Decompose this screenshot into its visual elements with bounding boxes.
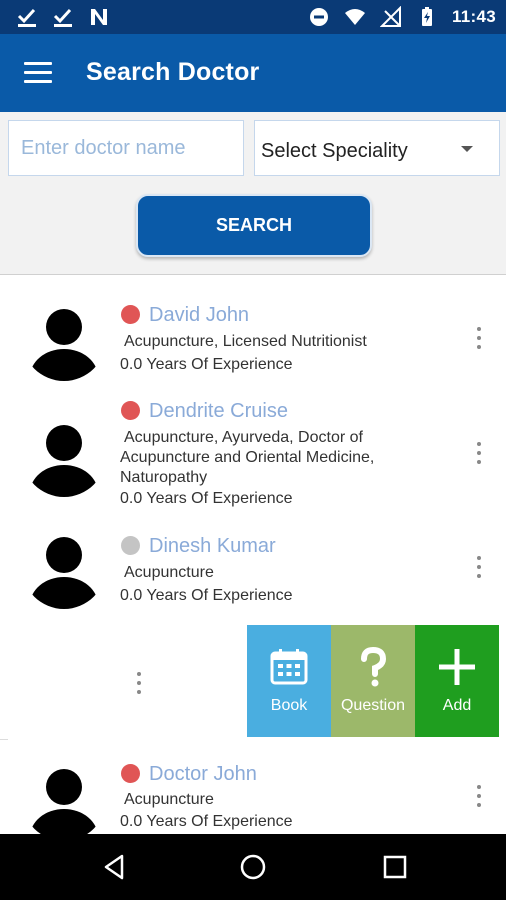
plus-icon: [439, 649, 475, 685]
book-label: Book: [270, 697, 308, 714]
book-button[interactable]: Book: [247, 625, 331, 737]
doctor-list[interactable]: David John Acupuncture, Licensed Nutriti…: [0, 274, 506, 835]
checkmark-download-icon: [17, 8, 36, 27]
more-options-icon[interactable]: [134, 670, 144, 696]
back-icon[interactable]: [100, 852, 130, 882]
clock: 11:43: [451, 7, 496, 26]
doctor-list-item[interactable]: David John Acupuncture, Licensed Nutriti…: [8, 275, 500, 394]
doctor-speciality: Acupuncture and Oriental Medicine,: [120, 449, 375, 466]
n-logo-icon: [91, 9, 107, 25]
doctor-name[interactable]: Dinesh Kumar: [149, 535, 276, 558]
question-label: Question: [340, 697, 406, 714]
doctor-name[interactable]: David John: [149, 304, 249, 327]
speciality-selected-value: Select Speciality: [261, 140, 408, 162]
page-title: Search Doctor: [86, 58, 260, 86]
doctor-list-item[interactable]: Dinesh Kumar Acupuncture 0.0 Years Of Ex…: [8, 509, 500, 626]
no-signal-icon: [379, 6, 401, 27]
question-button[interactable]: Question: [331, 625, 415, 737]
status-dot: [121, 536, 140, 555]
avatar: [22, 757, 106, 835]
doctor-speciality: Acupuncture: [124, 564, 214, 581]
hamburger-icon: [24, 62, 52, 65]
more-options-icon[interactable]: [474, 325, 484, 351]
status-bar: 11:43: [0, 0, 506, 34]
home-icon[interactable]: [238, 852, 268, 882]
status-dot: [121, 305, 140, 324]
person-silhouette-icon: [30, 425, 98, 497]
recents-icon[interactable]: [380, 852, 410, 882]
doctor-name-input[interactable]: [8, 120, 244, 176]
doctor-experience: 0.0 Years Of Experience: [120, 356, 293, 373]
add-label: Add: [442, 697, 472, 714]
search-button[interactable]: SEARCH: [136, 194, 372, 257]
menu-button[interactable]: [24, 60, 56, 86]
question-icon: [361, 647, 387, 687]
battery-charging-icon: [421, 7, 432, 26]
doctor-experience: 0.0 Years Of Experience: [120, 813, 293, 830]
doctor-name[interactable]: Doctor John: [149, 763, 257, 786]
speciality-dropdown[interactable]: Select Speciality: [254, 120, 500, 176]
hamburger-line: [24, 80, 52, 83]
swiped-list-item[interactable]: Book Question Add: [0, 625, 500, 740]
more-options-icon[interactable]: [474, 554, 484, 580]
doctor-speciality: Naturopathy: [120, 469, 208, 486]
doctor-list-item[interactable]: Doctor John Acupuncture 0.0 Years Of Exp…: [8, 739, 500, 835]
person-silhouette-icon: [30, 769, 98, 835]
doctor-name[interactable]: Dendrite Cruise: [149, 400, 288, 423]
calendar-icon: [270, 649, 308, 685]
avatar: [22, 525, 106, 609]
doctor-list-item[interactable]: Dendrite Cruise Acupuncture, Ayurveda, D…: [8, 393, 500, 510]
doctor-experience: 0.0 Years Of Experience: [120, 587, 293, 604]
do-not-disturb-icon: [309, 8, 328, 26]
person-silhouette-icon: [30, 537, 98, 609]
avatar: [22, 297, 106, 381]
checkmark-download-icon: [53, 8, 72, 27]
dropdown-caret-icon: [461, 146, 473, 152]
doctor-speciality: Acupuncture, Licensed Nutritionist: [124, 333, 367, 350]
status-dot: [121, 764, 140, 783]
doctor-speciality: Acupuncture: [124, 791, 214, 808]
person-silhouette-icon: [30, 309, 98, 381]
hamburger-line: [24, 71, 52, 74]
app-bar: Search Doctor: [0, 34, 506, 112]
search-panel: Select Speciality SEARCH: [0, 112, 506, 274]
more-options-icon[interactable]: [474, 440, 484, 466]
more-options-icon[interactable]: [474, 783, 484, 809]
system-nav-bar: [0, 834, 506, 900]
status-dot: [121, 401, 140, 420]
doctor-experience: 0.0 Years Of Experience: [120, 490, 293, 507]
wifi-icon: [344, 9, 365, 25]
avatar: [22, 413, 106, 497]
add-button[interactable]: Add: [415, 625, 499, 737]
doctor-speciality: Acupuncture, Ayurveda, Doctor of: [124, 429, 363, 446]
